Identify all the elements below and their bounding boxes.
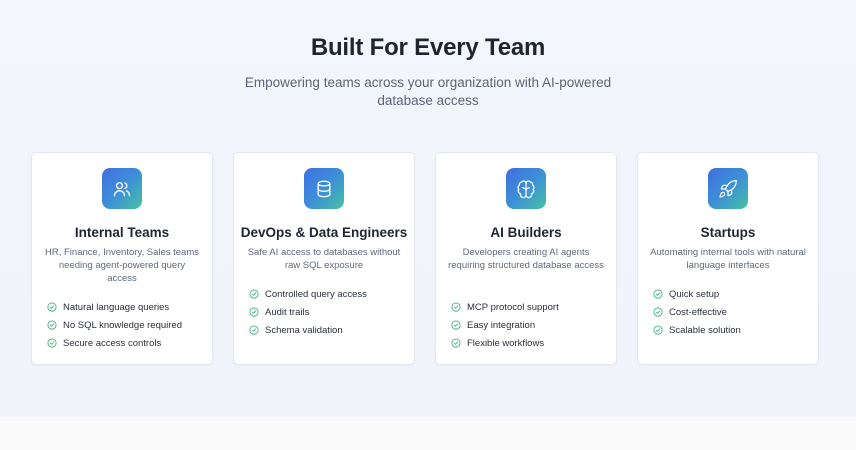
check-circle-icon	[249, 289, 259, 299]
card-internal-teams: Internal Teams HR, Finance, Inventory, S…	[31, 152, 213, 365]
users-icon	[102, 168, 142, 209]
check-circle-icon	[249, 307, 259, 317]
feature-list: Quick setup Cost-effective Scalable solu…	[653, 285, 741, 339]
feature-item: Easy integration	[451, 316, 559, 334]
feature-item: No SQL knowledge required	[47, 316, 182, 334]
card-description: HR, Finance, Inventory, Sales teams need…	[45, 247, 199, 284]
feature-label: Natural language queries	[63, 301, 170, 313]
check-circle-icon	[451, 302, 461, 312]
check-circle-icon	[47, 320, 57, 330]
feature-list: MCP protocol support Easy integration Fl…	[451, 298, 559, 352]
feature-label: Controlled query access	[265, 288, 367, 300]
feature-item: Scalable solution	[653, 321, 741, 339]
section-title: Built For Every Team	[310, 34, 546, 61]
check-circle-icon	[451, 320, 461, 330]
feature-label: Quick setup	[669, 288, 720, 300]
section-subtitle: Empowering teams across your organizatio…	[244, 75, 612, 108]
card-description: Automating internal tools with natural l…	[650, 247, 806, 271]
feature-item: Quick setup	[653, 285, 741, 303]
feature-item: Schema validation	[249, 321, 367, 339]
brain-icon	[506, 168, 546, 209]
feature-list: Controlled query access Audit trails Sch…	[249, 285, 367, 339]
database-icon	[304, 168, 344, 209]
card-ai-builders: AI Builders Developers creating AI agent…	[435, 152, 617, 365]
check-circle-icon	[47, 338, 57, 348]
card-title: DevOps & Data Engineers	[240, 225, 408, 240]
feature-item: Secure access controls	[47, 334, 182, 352]
check-circle-icon	[653, 325, 663, 335]
check-circle-icon	[451, 338, 461, 348]
feature-label: Scalable solution	[669, 324, 741, 336]
check-circle-icon	[653, 289, 663, 299]
feature-item: Cost-effective	[653, 303, 741, 321]
card-description: Safe AI access to databases without raw …	[247, 247, 401, 271]
feature-item: MCP protocol support	[451, 298, 559, 316]
feature-label: No SQL knowledge required	[63, 319, 182, 331]
feature-label: Easy integration	[467, 319, 536, 331]
teams-section: Built For Every Team Empowering teams ac…	[0, 0, 856, 417]
card-startups: Startups Automating internal tools with …	[637, 152, 819, 365]
check-circle-icon	[653, 307, 663, 317]
check-circle-icon	[47, 302, 57, 312]
feature-item: Flexible workflows	[451, 334, 559, 352]
feature-label: Flexible workflows	[467, 337, 545, 349]
feature-list: Natural language queries No SQL knowledg…	[47, 298, 182, 352]
feature-label: Audit trails	[265, 306, 310, 318]
rocket-icon	[708, 168, 748, 209]
card-devops-data-engineers: DevOps & Data Engineers Safe AI access t…	[233, 152, 415, 365]
feature-label: MCP protocol support	[467, 301, 559, 313]
feature-label: Schema validation	[265, 324, 343, 336]
feature-item: Controlled query access	[249, 285, 367, 303]
feature-label: Secure access controls	[63, 337, 162, 349]
feature-item: Natural language queries	[47, 298, 182, 316]
check-circle-icon	[249, 325, 259, 335]
card-title: Startups	[700, 225, 756, 240]
card-title: Internal Teams	[74, 225, 170, 240]
feature-label: Cost-effective	[669, 306, 727, 318]
feature-item: Audit trails	[249, 303, 367, 321]
card-description: Developers creating AI agents requiring …	[448, 247, 604, 271]
card-title: AI Builders	[490, 225, 562, 240]
